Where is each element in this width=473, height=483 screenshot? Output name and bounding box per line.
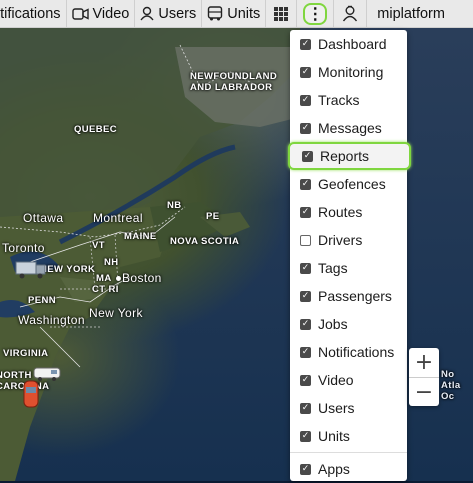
menu-item-geofences[interactable]: ✓ Geofences — [290, 170, 407, 198]
menu-item-apps[interactable]: ✓ Apps — [290, 455, 407, 483]
zoom-out-button[interactable]: − — [409, 378, 439, 407]
checkbox-icon[interactable]: ✓ — [300, 374, 311, 386]
boston-dot — [116, 276, 121, 281]
map-label-quebec: QUEBEC — [74, 124, 118, 135]
map-label-washington: Washington — [18, 313, 85, 327]
more-options-button[interactable]: ⋮ — [303, 2, 328, 25]
map-label-nh: NH — [104, 257, 119, 268]
map-label-maine: MAINE — [124, 231, 157, 242]
menu-item-messages[interactable]: ✓ Messages — [290, 114, 407, 142]
map-label-penn: PENN — [28, 295, 56, 306]
menu-item-label: Users — [318, 400, 355, 416]
menu-item-label: Monitoring — [318, 64, 384, 80]
map-label-new-york-city: New York — [89, 306, 143, 320]
checkbox-icon[interactable]: ✓ — [300, 402, 311, 414]
toolbar-apps-grid[interactable] — [266, 0, 298, 27]
checkbox-icon[interactable]: ✓ — [300, 430, 311, 442]
checkbox-icon[interactable]: ✓ — [300, 38, 311, 50]
map-label-boston: Boston — [122, 271, 162, 285]
map-label-montreal: Montreal — [93, 211, 143, 225]
toolbar-video-label: Video — [92, 5, 130, 22]
menu-item-monitoring[interactable]: ✓ Monitoring — [290, 58, 407, 86]
video-icon — [71, 7, 89, 20]
top-toolbar: otifications Video Users Units ⋮ — [0, 0, 473, 28]
map-label-virginia: VIRGINIA — [3, 348, 49, 359]
truck-marker-icon[interactable] — [14, 259, 48, 279]
toolbar-notifications-label: otifications — [0, 5, 61, 22]
menu-item-label: Tracks — [318, 92, 360, 108]
menu-item-units[interactable]: ✓ Units — [290, 422, 407, 450]
menu-item-label: Routes — [318, 204, 363, 220]
menu-item-label: Messages — [318, 120, 382, 136]
menu-item-label: Notifications — [318, 344, 395, 360]
map-label-vt: VT — [92, 240, 105, 251]
checkbox-icon[interactable]: ✓ — [300, 178, 311, 190]
apps-grid-icon — [274, 6, 289, 21]
map-label-ottawa: Ottawa — [23, 211, 64, 225]
checkbox-icon[interactable]: ✓ — [300, 346, 311, 358]
toolbar-users[interactable]: Users — [135, 0, 203, 27]
menu-item-label: Jobs — [318, 316, 348, 332]
map-label-ct-ri: CT RI — [92, 284, 119, 295]
map-label-pe: PE — [206, 211, 220, 222]
map-label-nb: NB — [167, 200, 182, 211]
toolbar-driver[interactable] — [334, 0, 368, 27]
checkbox-icon[interactable]: ✓ — [300, 262, 311, 274]
menu-item-label: Drivers — [318, 232, 363, 248]
checkbox-icon[interactable]: ✓ — [300, 234, 311, 246]
menu-item-tracks[interactable]: ✓ Tracks — [290, 86, 407, 114]
checkbox-icon[interactable]: ✓ — [300, 206, 311, 218]
menu-item-routes[interactable]: ✓ Routes — [290, 198, 407, 226]
checkbox-icon[interactable]: ✓ — [300, 463, 311, 475]
bus-icon — [208, 6, 223, 21]
checkbox-icon[interactable]: ✓ — [300, 318, 311, 330]
menu-item-tags[interactable]: ✓ Tags — [290, 254, 407, 282]
menu-divider — [290, 452, 407, 453]
menu-item-notifications[interactable]: ✓ Notifications — [290, 338, 407, 366]
kebab-icon: ⋮ — [307, 5, 324, 23]
toolbar-more-wrap: ⋮ — [297, 0, 335, 27]
toolbar-notifications[interactable]: otifications — [0, 0, 67, 27]
menu-item-label: Video — [318, 372, 354, 388]
menu-item-dashboard[interactable]: ✓ Dashboard — [290, 30, 407, 58]
menu-item-label: Reports — [320, 148, 370, 164]
map-label-ma: MA — [96, 273, 112, 284]
map-label-new-york: NEW YORK — [40, 264, 96, 275]
menu-item-video[interactable]: ✓ Video — [290, 366, 407, 394]
plus-icon: + — [414, 350, 434, 375]
map-label-atlantic: No Atla Oc — [441, 369, 461, 402]
checkbox-icon[interactable]: ✓ — [300, 290, 311, 302]
menu-item-label: Passengers — [318, 288, 392, 304]
toolbar-users-label: Users — [158, 5, 197, 22]
menu-item-label: Tags — [318, 260, 348, 276]
minus-icon: − — [414, 380, 434, 405]
menu-item-passengers[interactable]: ✓ Passengers — [290, 282, 407, 310]
map-label-newfoundland: NEWFOUNDLAND AND LABRADOR — [190, 71, 278, 93]
menu-item-label: Geofences — [318, 176, 386, 192]
toolbar-account[interactable]: miplatform — [367, 0, 450, 27]
toolbar-units-label: Units — [227, 5, 261, 22]
toolbar-video[interactable]: Video — [67, 0, 136, 27]
user-icon — [140, 6, 154, 21]
zoom-in-button[interactable]: + — [409, 348, 439, 377]
menu-item-label: Apps — [318, 461, 350, 477]
account-name: miplatform — [377, 5, 445, 22]
car-marker-icon[interactable] — [22, 379, 40, 409]
menu-item-users[interactable]: ✓ Users — [290, 394, 407, 422]
menu-item-label: Units — [318, 428, 350, 444]
checkbox-icon[interactable]: ✓ — [302, 150, 313, 162]
menu-item-jobs[interactable]: ✓ Jobs — [290, 310, 407, 338]
map-label-toronto: Toronto — [2, 241, 45, 255]
driver-icon — [343, 5, 358, 22]
menu-item-drivers[interactable]: ✓ Drivers — [290, 226, 407, 254]
menu-item-reports[interactable]: ✓ Reports — [288, 142, 411, 170]
checkbox-icon[interactable]: ✓ — [300, 66, 311, 78]
checkbox-icon[interactable]: ✓ — [300, 94, 311, 106]
checkbox-icon[interactable]: ✓ — [300, 122, 311, 134]
modules-dropdown: ✓ Dashboard ✓ Monitoring ✓ Tracks ✓ Messages ✓ Re… — [288, 30, 411, 483]
menu-item-label: Dashboard — [318, 36, 387, 52]
map-label-nova-scotia: NOVA SCOTIA — [170, 236, 240, 247]
toolbar-units[interactable]: Units — [202, 0, 267, 27]
zoom-controls: + − — [409, 348, 439, 406]
